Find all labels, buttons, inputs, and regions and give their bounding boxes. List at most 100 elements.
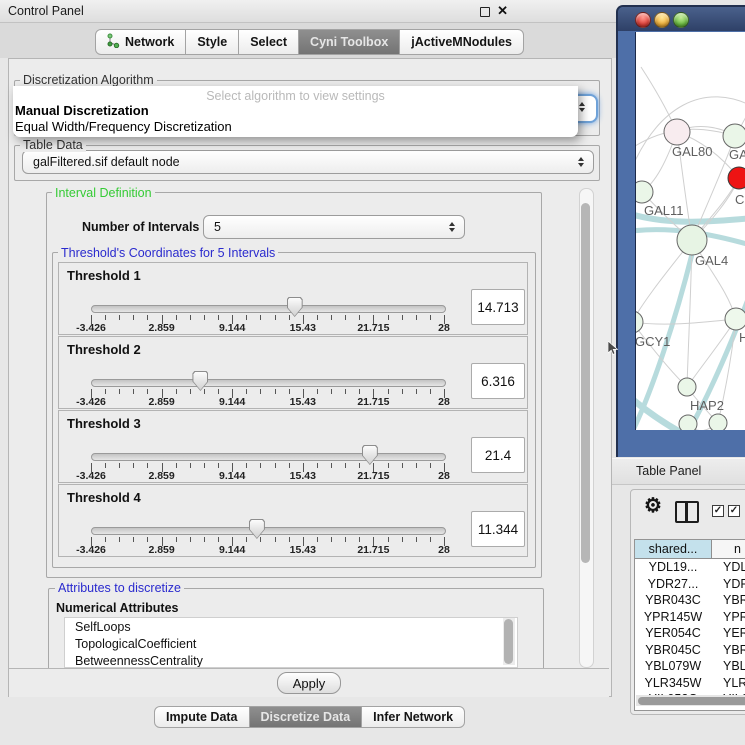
split-table-icon[interactable] (675, 501, 699, 523)
network-node-GAL11[interactable] (636, 181, 653, 203)
scrollbar-thumb[interactable] (581, 203, 590, 563)
attributes-scrollbar[interactable] (503, 618, 515, 665)
table-row[interactable]: YBR045CYBR0 (635, 642, 745, 659)
tick-mark (105, 389, 106, 394)
tick-label: 2.859 (148, 322, 174, 334)
network-node-GAL4[interactable] (677, 225, 707, 255)
tick-label: 15.43 (290, 544, 316, 556)
combo-stepper-icon[interactable] (444, 222, 460, 232)
table-row[interactable]: YLR345WYLR3 (635, 675, 745, 692)
slider-track[interactable] (91, 453, 446, 461)
network-node-red-selected[interactable] (728, 167, 745, 189)
table-row[interactable]: YDR27...YDR2 (635, 576, 745, 593)
attribute-item[interactable]: BetweennessCentrality (65, 652, 517, 668)
tick-mark (402, 389, 403, 394)
cell-name: YBR0 (711, 593, 745, 607)
tick-mark (260, 389, 261, 394)
slider-track[interactable] (91, 305, 446, 313)
tab-discretize-data[interactable]: Discretize Data (249, 706, 363, 728)
network-node-HAP2[interactable] (678, 378, 696, 396)
column-header-shared-name[interactable]: shared... (635, 540, 712, 558)
tick-label: 9.144 (219, 322, 245, 334)
main-vertical-scrollbar[interactable] (579, 188, 594, 668)
network-canvas[interactable]: GAL80GACGAL11GAL4GCY1HHAP2 (635, 32, 745, 430)
tick-mark (416, 389, 417, 394)
table-horizontal-scrollbar[interactable] (636, 695, 745, 706)
network-node-node-br[interactable] (709, 414, 727, 430)
threshold-label: Threshold 3 (67, 416, 141, 431)
tab-infer-network[interactable]: Infer Network (361, 706, 465, 728)
table-row[interactable]: YER054CYER0 (635, 625, 745, 642)
menu-item-equal-width-frequency[interactable]: Equal Width/Frequency Discretization (15, 119, 232, 134)
numerical-attributes-list[interactable]: SelfLoopsTopologicalCoefficientBetweenne… (64, 617, 518, 668)
tab-style[interactable]: Style (185, 29, 239, 55)
tab-network[interactable]: Network (95, 29, 186, 55)
tick-mark (331, 389, 332, 394)
table-row[interactable]: YBL079WYBL0 (635, 658, 745, 675)
tick-label: 15.43 (290, 322, 316, 334)
tick-mark (133, 463, 134, 468)
tab-cyni-toolbox[interactable]: Cyni Toolbox (298, 29, 400, 55)
tick-mark (430, 389, 431, 394)
apply-button[interactable]: Apply (277, 672, 341, 694)
network-node-label: GCY1 (636, 334, 670, 349)
tick-mark (359, 389, 360, 394)
tick-mark (388, 537, 389, 542)
tick-mark (260, 315, 261, 320)
tick-label: 28 (438, 322, 450, 334)
table-row[interactable]: YPR145WYPR1 (635, 609, 745, 626)
attribute-item[interactable]: TopologicalCoefficient (65, 635, 517, 652)
node-table[interactable]: shared... n YDL19...YDL1YDR27...YDR2YBR0… (634, 539, 745, 711)
network-node-GCY1[interactable] (636, 311, 643, 333)
network-node-GAL80[interactable] (664, 119, 690, 145)
table-data-combobox[interactable]: galFiltered.sif default node (22, 150, 594, 174)
checkbox-icon[interactable]: ✓ (728, 505, 740, 517)
slider-track[interactable] (91, 379, 446, 387)
column-header-name[interactable]: n (712, 540, 745, 558)
tick-label: -3.426 (76, 544, 106, 556)
tab-impute-data[interactable]: Impute Data (154, 706, 250, 728)
scrollbar-thumb[interactable] (504, 619, 513, 664)
tab-select[interactable]: Select (238, 29, 299, 55)
scrollbar-thumb[interactable] (638, 697, 745, 705)
tick-mark (246, 463, 247, 468)
network-edge[interactable] (636, 319, 736, 324)
combo-stepper-icon[interactable] (573, 157, 589, 167)
table-row[interactable]: YBR043CYBR0 (635, 592, 745, 609)
table-row[interactable]: YDL19...YDL1 (635, 559, 745, 576)
network-node-H[interactable] (725, 308, 745, 330)
close-icon[interactable]: ✕ (497, 3, 508, 19)
checkbox-icon[interactable]: ✓ (712, 505, 724, 517)
float-window-icon[interactable] (480, 7, 490, 17)
threshold-value: 6.316 (481, 374, 515, 389)
close-traffic-light-icon[interactable] (635, 12, 651, 28)
minimize-traffic-light-icon[interactable] (654, 12, 670, 28)
cell-name: YBR0 (711, 643, 745, 657)
slider-thumb[interactable] (192, 371, 208, 391)
zoom-traffic-light-icon[interactable] (673, 12, 689, 28)
window-title: Control Panel (8, 4, 84, 18)
tick-mark (359, 315, 360, 320)
gear-icon[interactable]: ⚙ (644, 495, 662, 517)
tick-label: 9.144 (219, 470, 245, 482)
slider-thumb[interactable] (249, 519, 265, 539)
apply-strip: Apply (9, 668, 609, 697)
tab-jactivemnodules[interactable]: jActiveMNodules (399, 29, 524, 55)
threshold-value: 21.4 (485, 448, 511, 463)
tick-mark (218, 537, 219, 542)
tick-label: 21.715 (357, 322, 389, 334)
slider-tick-labels: -3.4262.8599.14415.4321.71528 (91, 470, 445, 482)
top-tabbar: Network Style Select Cyni Toolbox jActiv… (0, 23, 620, 55)
threshold-value-box: 6.316 (471, 363, 525, 399)
slider-track[interactable] (91, 527, 446, 535)
slider-thumb[interactable] (362, 445, 378, 465)
slider-thumb[interactable] (287, 297, 303, 317)
attribute-item[interactable]: SelfLoops (65, 618, 517, 635)
control-panel-titlebar: Control Panel ✕ (0, 0, 620, 23)
network-node-node-bc[interactable] (679, 415, 697, 430)
tick-mark (119, 315, 120, 320)
network-node-GA[interactable] (723, 124, 745, 148)
number-of-intervals-combobox[interactable]: 5 (203, 215, 465, 239)
tick-mark (289, 463, 290, 468)
menu-item-manual-discretization[interactable]: Manual Discretization (15, 103, 149, 118)
